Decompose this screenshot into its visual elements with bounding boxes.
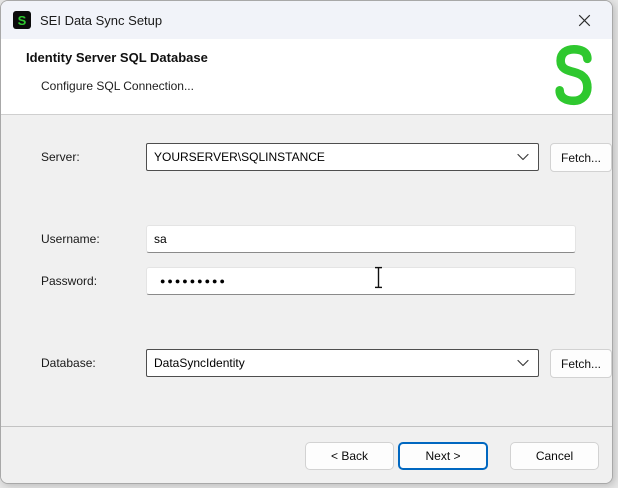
database-label: Database: [41, 349, 141, 377]
page-subtitle: Configure SQL Connection... [41, 79, 194, 93]
setup-wizard-dialog: S SEI Data Sync Setup Identity Server SQ… [0, 0, 613, 484]
username-label: Username: [41, 225, 141, 253]
app-icon-letter: S [18, 13, 27, 28]
cancel-button[interactable]: Cancel [510, 442, 599, 470]
brand-logo-s-path [560, 49, 588, 101]
close-icon [577, 13, 592, 28]
wizard-header: Identity Server SQL Database Configure S… [1, 39, 612, 115]
brand-logo-s-icon [553, 44, 595, 108]
username-field[interactable] [146, 225, 576, 253]
next-button[interactable]: Next > [398, 442, 488, 470]
page-title: Identity Server SQL Database [26, 50, 208, 65]
title-bar: S SEI Data Sync Setup [1, 1, 612, 39]
button-bar: < Back Next > Cancel [1, 426, 612, 483]
back-button[interactable]: < Back [305, 442, 394, 470]
server-combobox[interactable] [146, 143, 539, 171]
server-input[interactable] [147, 144, 517, 170]
server-label: Server: [41, 143, 141, 171]
app-icon: S [13, 11, 31, 29]
text-cursor [373, 266, 384, 289]
password-label: Password: [41, 267, 141, 295]
password-field[interactable] [146, 267, 576, 295]
database-combobox[interactable] [146, 349, 539, 377]
close-button[interactable] [562, 2, 606, 38]
database-input[interactable] [147, 350, 517, 376]
database-fetch-button[interactable]: Fetch... [550, 349, 612, 378]
chevron-down-icon[interactable] [517, 153, 529, 161]
server-fetch-button[interactable]: Fetch... [550, 143, 612, 172]
chevron-down-icon[interactable] [517, 359, 529, 367]
window-title: SEI Data Sync Setup [40, 13, 162, 28]
screen: S SEI Data Sync Setup Identity Server SQ… [0, 0, 618, 488]
